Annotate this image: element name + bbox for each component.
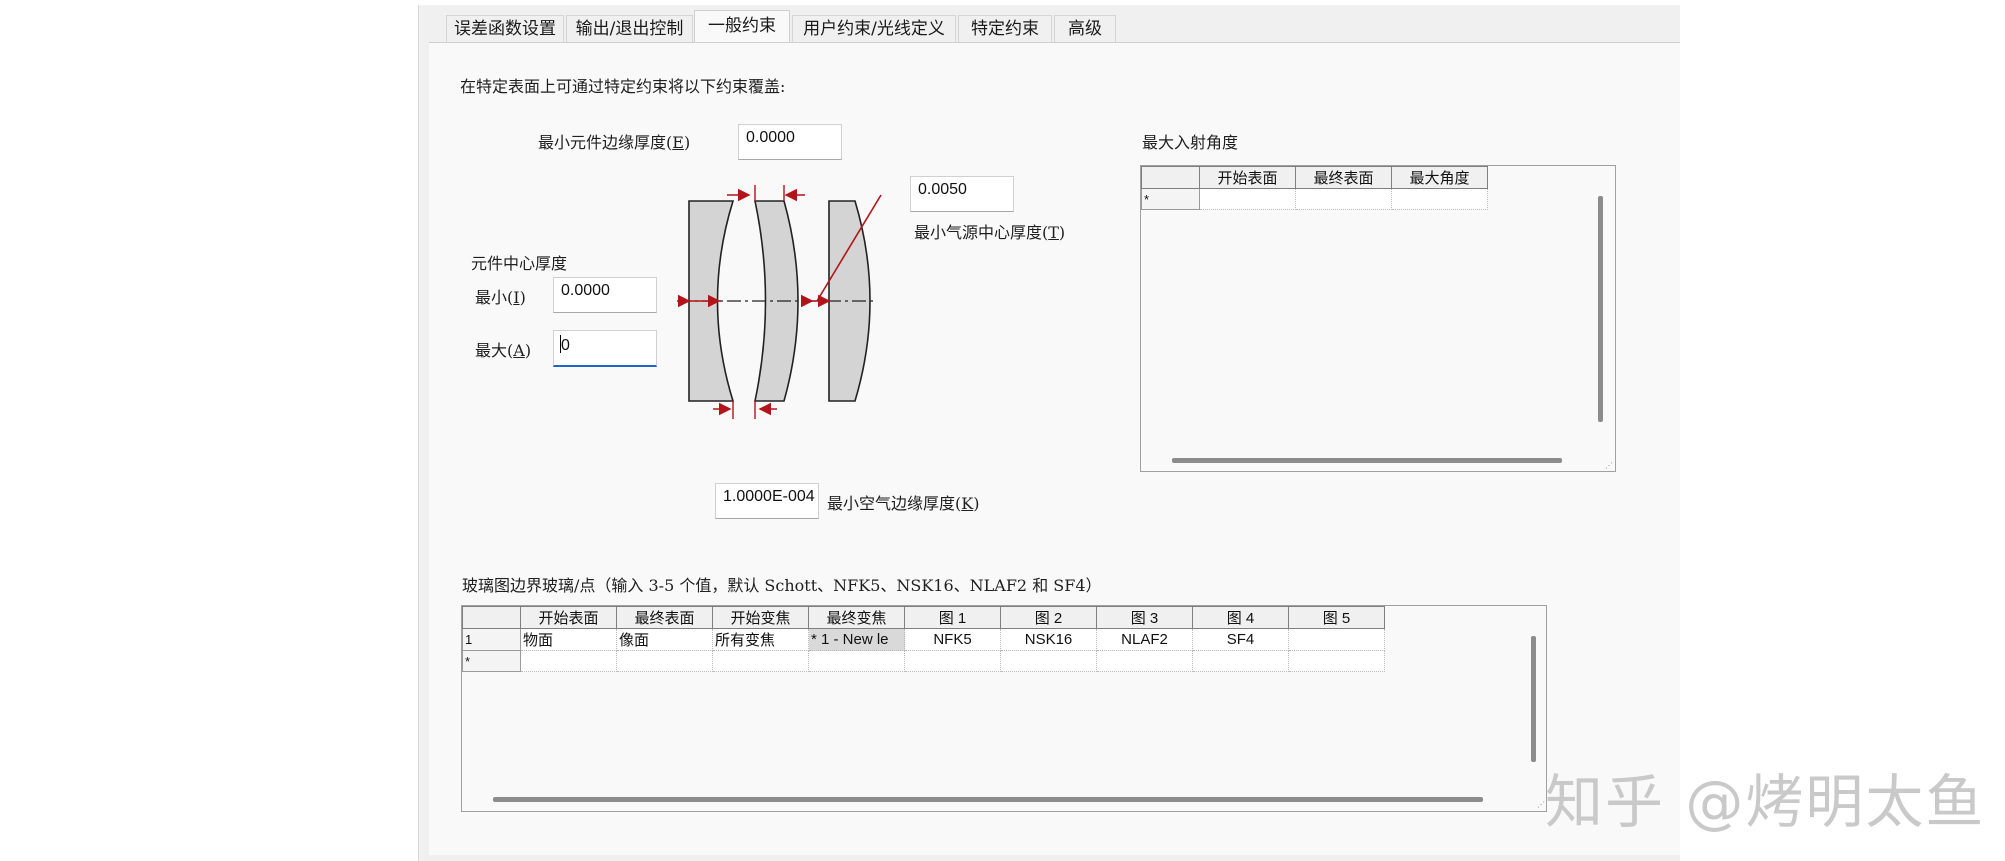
table-cell[interactable] bbox=[520, 650, 617, 672]
table-cell[interactable]: 物面 bbox=[520, 628, 617, 651]
tab-bar: 误差函数设置 输出/退出控制 一般约束 用户约束/光线定义 特定约束 高级 bbox=[419, 5, 1680, 43]
max-incidence-grid[interactable]: 开始表面 最终表面 最大角度 * ⋰ bbox=[1140, 165, 1616, 472]
table-row[interactable]: * bbox=[462, 650, 1385, 672]
table-cell[interactable] bbox=[1391, 188, 1488, 210]
general-constraints-panel: 在特定表面上可通过特定约束将以下约束覆盖: 最小元件边缘厚度(E) 0.0000… bbox=[429, 42, 1680, 855]
tab-general-constraints[interactable]: 一般约束 bbox=[694, 10, 790, 43]
table-cell[interactable] bbox=[712, 650, 809, 672]
new-row-marker: * bbox=[462, 650, 521, 672]
corner-header bbox=[462, 606, 521, 629]
tab-specific-constraints[interactable]: 特定约束 bbox=[958, 15, 1052, 42]
row-header: 1 bbox=[462, 628, 521, 651]
center-thickness-group-label: 元件中心厚度 bbox=[471, 254, 568, 273]
max-incidence-table: 开始表面 最终表面 最大角度 * bbox=[1141, 166, 1488, 210]
table-cell[interactable]: SF4 bbox=[1192, 628, 1289, 651]
table-cell-dropdown[interactable]: * 1 - New le bbox=[808, 628, 905, 651]
tab-error-function[interactable]: 误差函数设置 bbox=[446, 15, 564, 42]
corner-header bbox=[1141, 166, 1200, 189]
center-thickness-min-label: 最小(I) bbox=[475, 288, 526, 307]
table-cell[interactable]: NSK16 bbox=[1000, 628, 1097, 651]
tab-advanced[interactable]: 高级 bbox=[1054, 15, 1116, 42]
table-cell[interactable]: NLAF2 bbox=[1096, 628, 1193, 651]
horizontal-scrollbar[interactable] bbox=[493, 797, 1483, 802]
column-header: 开始表面 bbox=[1199, 166, 1296, 189]
table-row[interactable]: * bbox=[1141, 188, 1488, 210]
column-header: 开始变焦 bbox=[712, 606, 809, 629]
column-header: 图 4 bbox=[1192, 606, 1289, 629]
glass-boundary-label: 玻璃图边界玻璃/点（输入 3-5 个值，默认 Schott、NFK5、NSK16… bbox=[462, 576, 1102, 595]
tab-user-constraints[interactable]: 用户约束/光线定义 bbox=[792, 15, 956, 42]
min-air-center-thickness-label: 最小气源中心厚度(T) bbox=[914, 223, 1066, 242]
new-row-marker: * bbox=[1141, 188, 1200, 210]
table-cell[interactable] bbox=[1192, 650, 1289, 672]
vertical-scrollbar[interactable] bbox=[1531, 636, 1536, 762]
table-cell[interactable] bbox=[808, 650, 905, 672]
glass-boundary-table: 开始表面 最终表面 开始变焦 最终变焦 图 1 图 2 图 3 图 4 图 5 … bbox=[462, 606, 1385, 672]
column-header: 最终表面 bbox=[1295, 166, 1392, 189]
max-incidence-label: 最大入射角度 bbox=[1142, 133, 1239, 152]
table-cell[interactable]: 像面 bbox=[616, 628, 713, 651]
vertical-scrollbar[interactable] bbox=[1598, 196, 1603, 422]
table-cell[interactable] bbox=[616, 650, 713, 672]
watermark: 知乎 @烤明太鱼 bbox=[1545, 768, 1986, 836]
column-header: 图 5 bbox=[1288, 606, 1385, 629]
table-cell[interactable] bbox=[1199, 188, 1296, 210]
table-cell[interactable] bbox=[1096, 650, 1193, 672]
tab-output-exit-control[interactable]: 输出/退出控制 bbox=[566, 15, 693, 42]
table-row[interactable]: 1 物面 像面 所有变焦 * 1 - New le NFK5 NSK16 NLA… bbox=[462, 628, 1385, 651]
column-header: 开始表面 bbox=[520, 606, 617, 629]
center-thickness-min-input[interactable]: 0.0000 bbox=[553, 277, 657, 313]
center-thickness-max-input[interactable]: 0 bbox=[553, 330, 657, 367]
table-cell[interactable] bbox=[1000, 650, 1097, 672]
dialog-window: 误差函数设置 输出/退出控制 一般约束 用户约束/光线定义 特定约束 高级 在特… bbox=[418, 5, 1680, 861]
column-header: 最终变焦 bbox=[808, 606, 905, 629]
resize-grip-icon: ⋰ bbox=[1605, 461, 1613, 470]
column-header: 图 3 bbox=[1096, 606, 1193, 629]
table-cell[interactable] bbox=[1295, 188, 1392, 210]
column-header: 最大角度 bbox=[1391, 166, 1488, 189]
horizontal-scrollbar[interactable] bbox=[1172, 458, 1562, 463]
min-air-edge-thickness-label: 最小空气边缘厚度(K) bbox=[827, 494, 980, 513]
table-cell[interactable] bbox=[1288, 650, 1385, 672]
table-cell[interactable] bbox=[1288, 628, 1385, 651]
table-cell[interactable] bbox=[904, 650, 1001, 672]
table-cell[interactable]: 所有变焦 bbox=[712, 628, 809, 651]
min-edge-thickness-label: 最小元件边缘厚度(E) bbox=[538, 133, 691, 152]
column-header: 图 2 bbox=[1000, 606, 1097, 629]
min-edge-thickness-input[interactable]: 0.0000 bbox=[738, 124, 842, 160]
column-header: 图 1 bbox=[904, 606, 1001, 629]
lens-diagram bbox=[677, 185, 882, 419]
intro-text: 在特定表面上可通过特定约束将以下约束覆盖: bbox=[460, 77, 786, 96]
table-cell[interactable]: NFK5 bbox=[904, 628, 1001, 651]
column-header: 最终表面 bbox=[616, 606, 713, 629]
resize-grip-icon: ⋰ bbox=[1537, 800, 1545, 809]
glass-boundary-grid[interactable]: 开始表面 最终表面 开始变焦 最终变焦 图 1 图 2 图 3 图 4 图 5 … bbox=[461, 605, 1547, 812]
min-air-edge-thickness-input[interactable]: 1.0000E-004 bbox=[715, 483, 819, 519]
center-thickness-max-label: 最大(A) bbox=[475, 341, 532, 360]
